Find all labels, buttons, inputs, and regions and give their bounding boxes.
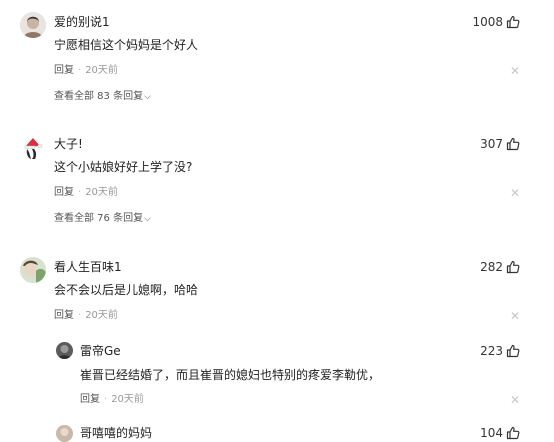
reply-button[interactable]: 回复	[54, 65, 74, 76]
view-all-replies-button[interactable]: 查看全部 76 条回复⌵	[54, 212, 151, 226]
close-icon[interactable]: ✕	[510, 394, 520, 406]
comment-text: 宁愿相信这个妈妈是个好人	[54, 38, 199, 52]
reply-button[interactable]: 回复	[54, 187, 74, 198]
timestamp: 20天前	[85, 310, 118, 321]
like-button[interactable]: 223	[480, 343, 520, 359]
view-all-replies-button[interactable]: 查看全部 83 条回复⌵	[54, 90, 151, 104]
comment-meta: 回复 · 20天前	[54, 309, 118, 323]
separator-dot: ·	[78, 187, 82, 198]
reply-text: 崔晋已经结婚了，而且崔晋的媳妇也特别的疼爱李勒优，	[80, 368, 381, 382]
reply-username[interactable]: 雷帝Ge	[80, 343, 121, 359]
like-count: 307	[480, 137, 503, 151]
like-count: 282	[480, 260, 503, 274]
reply-button[interactable]: 回复	[54, 310, 74, 321]
like-count: 1008	[472, 15, 503, 29]
close-icon[interactable]: ✕	[510, 310, 520, 322]
reply-meta: 回复 · 20天前	[80, 393, 144, 407]
reply-button[interactable]: 回复	[80, 394, 100, 405]
avatar[interactable]	[56, 342, 73, 359]
avatar[interactable]	[56, 425, 73, 442]
like-button[interactable]: 307	[480, 136, 520, 152]
comment-meta: 回复 · 20天前	[54, 64, 118, 78]
chevron-down-icon: ⌵	[144, 92, 151, 102]
thumbs-up-icon	[506, 426, 520, 440]
separator-dot: ·	[78, 310, 82, 321]
reply-username[interactable]: 哥嘻嘻的妈妈	[80, 425, 152, 441]
username[interactable]: 大子!	[54, 136, 83, 152]
avatar[interactable]	[20, 12, 46, 38]
comment-text: 这个小姑娘好好上学了没?	[54, 160, 193, 174]
comment-item: 大子! 307 这个小姑娘好好上学了没? 回复 · 20天前 ✕ 查看全部 76 条…	[0, 122, 554, 237]
like-count: 223	[480, 344, 503, 358]
comment-meta: 回复 · 20天前	[54, 186, 118, 200]
like-button[interactable]: 282	[480, 259, 520, 275]
username[interactable]: 爱的别说1	[54, 14, 110, 30]
thumbs-up-icon	[506, 344, 520, 358]
separator-dot: ·	[104, 394, 108, 405]
comment-item: 看人生百味1 282 会不会以后是儿媳啊，哈哈 回复 · 20天前 ✕ 雷帝Ge 2…	[0, 245, 554, 442]
view-all-label: 查看全部 83 条回复	[54, 91, 144, 102]
username[interactable]: 看人生百味1	[54, 259, 122, 275]
close-icon[interactable]: ✕	[510, 187, 520, 199]
chevron-down-icon: ⌵	[144, 214, 151, 224]
avatar[interactable]	[20, 134, 46, 160]
comment-list: 爱的别说1 1008 宁愿相信这个妈妈是个好人 回复 · 20天前 ✕ 查看全部 8…	[0, 0, 554, 442]
like-button[interactable]: 104	[480, 425, 520, 441]
close-icon[interactable]: ✕	[510, 65, 520, 77]
separator-dot: ·	[78, 65, 82, 76]
avatar[interactable]	[20, 257, 46, 283]
view-all-label: 查看全部 76 条回复	[54, 213, 144, 224]
thumbs-up-icon	[506, 137, 520, 151]
timestamp: 20天前	[85, 65, 118, 76]
comment-item: 爱的别说1 1008 宁愿相信这个妈妈是个好人 回复 · 20天前 ✕ 查看全部 8…	[0, 0, 554, 115]
comment-text: 会不会以后是儿媳啊，哈哈	[54, 283, 199, 297]
timestamp: 20天前	[85, 187, 118, 198]
like-count: 104	[480, 426, 503, 440]
like-button[interactable]: 1008	[472, 14, 520, 30]
thumbs-up-icon	[506, 260, 520, 274]
thumbs-up-icon	[506, 15, 520, 29]
timestamp: 20天前	[111, 394, 144, 405]
